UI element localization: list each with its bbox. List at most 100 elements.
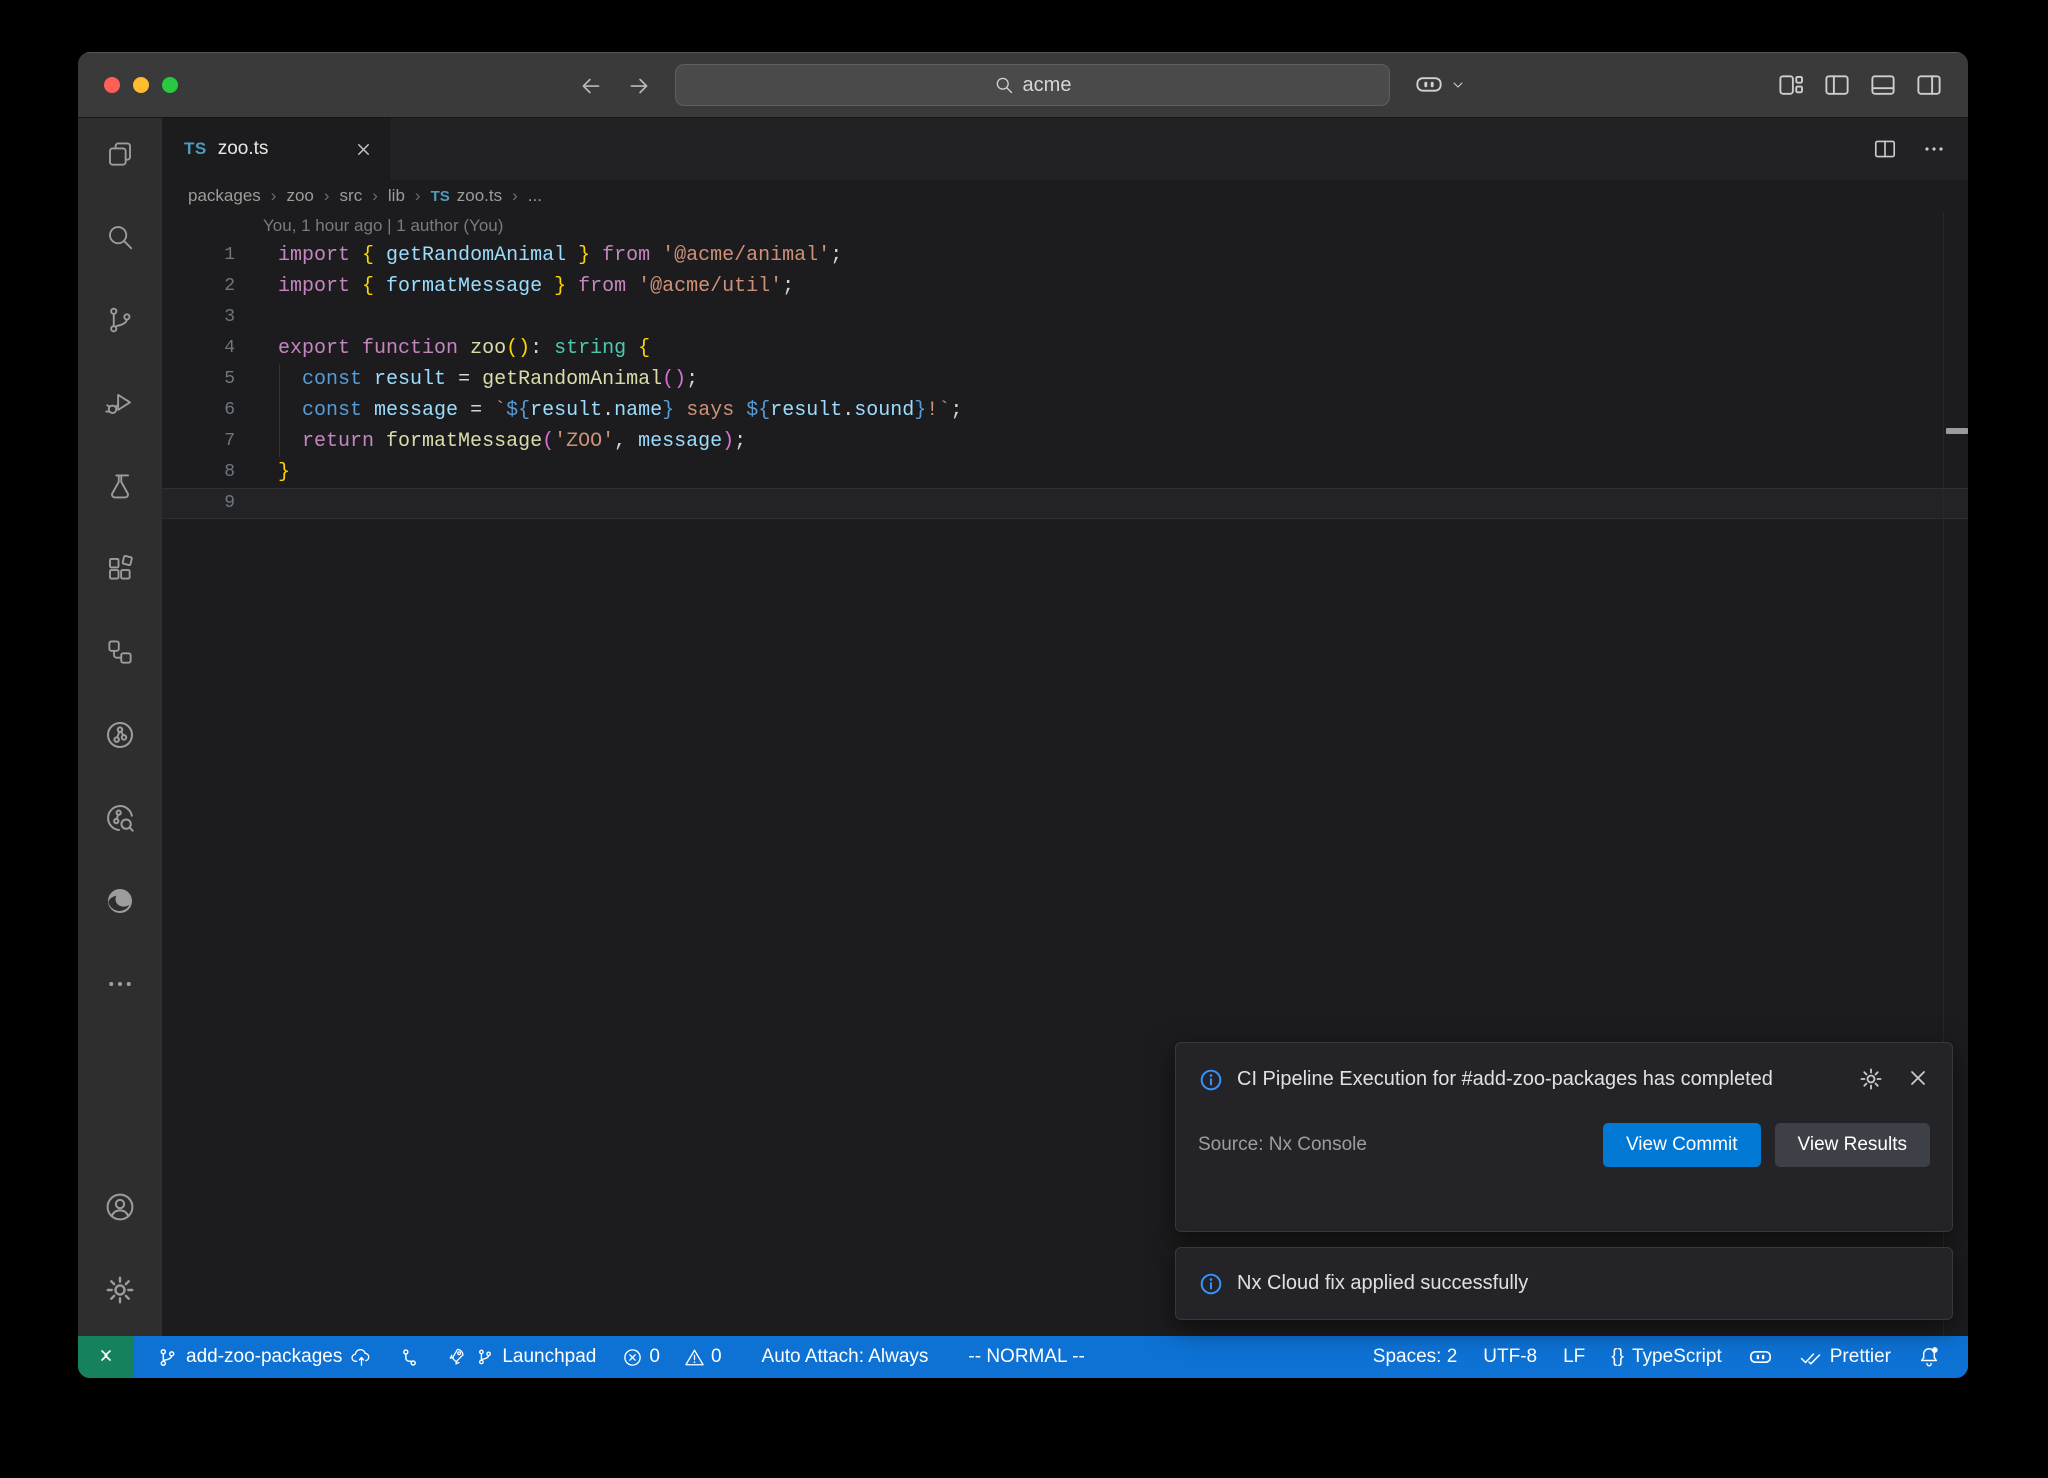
remote-icon bbox=[94, 1345, 118, 1369]
code-line[interactable]: 8} bbox=[162, 457, 1968, 488]
explorer-icon[interactable] bbox=[92, 126, 148, 182]
close-window-button[interactable] bbox=[104, 77, 120, 93]
line-number: 3 bbox=[162, 302, 235, 333]
toggle-panel-icon[interactable] bbox=[1868, 70, 1898, 100]
eol-status[interactable]: LF bbox=[1550, 1336, 1598, 1378]
line-content: const result = getRandomAnimal(); bbox=[235, 364, 698, 395]
breadcrumb-file[interactable]: TS zoo.ts bbox=[431, 186, 503, 206]
vscode-window: acme bbox=[78, 52, 1968, 1378]
indentation-status[interactable]: Spaces: 2 bbox=[1360, 1336, 1471, 1378]
customize-layout-icon[interactable] bbox=[1776, 70, 1806, 100]
testing-icon[interactable] bbox=[92, 458, 148, 514]
toggle-primary-sidebar-icon[interactable] bbox=[1822, 70, 1852, 100]
encoding-status[interactable]: UTF-8 bbox=[1470, 1336, 1550, 1378]
overview-ruler-cursor-mark bbox=[1946, 428, 1968, 434]
code-line[interactable]: 1import { getRandomAnimal } from '@acme/… bbox=[162, 240, 1968, 271]
command-center-search[interactable]: acme bbox=[675, 64, 1390, 106]
language-mode-status[interactable]: {} TypeScript bbox=[1598, 1336, 1734, 1378]
commit-graph-icon[interactable] bbox=[92, 790, 148, 846]
line-number: 5 bbox=[162, 364, 235, 395]
typescript-file-icon: TS bbox=[184, 139, 207, 159]
breadcrumb-item[interactable]: packages bbox=[188, 186, 261, 206]
notification-message: Nx Cloud fix applied successfully bbox=[1237, 1272, 1528, 1295]
bell-icon bbox=[1917, 1345, 1941, 1369]
breadcrumb: packages› zoo› src› lib› TS zoo.ts › ... bbox=[162, 180, 1968, 212]
notifications-bell[interactable] bbox=[1904, 1336, 1954, 1378]
launchpad-status[interactable]: Launchpad bbox=[433, 1336, 609, 1378]
code-line[interactable]: 6 const message = `${result.name} says $… bbox=[162, 395, 1968, 426]
breadcrumb-item[interactable]: src bbox=[340, 186, 363, 206]
split-editor-icon[interactable] bbox=[1872, 136, 1898, 162]
editor-more-actions-icon[interactable] bbox=[1922, 137, 1946, 161]
line-content: import { getRandomAnimal } from '@acme/a… bbox=[235, 240, 842, 271]
commit-graph-status[interactable] bbox=[386, 1336, 433, 1378]
more-views-icon[interactable] bbox=[92, 956, 148, 1012]
auto-attach-status[interactable]: Auto Attach: Always bbox=[749, 1336, 942, 1378]
notification-source: Source: Nx Console bbox=[1198, 1134, 1367, 1156]
status-bar: add-zoo-packages Launchpad 0 0 Auto Atta… bbox=[78, 1336, 1968, 1378]
toggle-secondary-sidebar-icon[interactable] bbox=[1914, 70, 1944, 100]
remote-indicator[interactable] bbox=[78, 1336, 134, 1378]
copilot-status[interactable] bbox=[1735, 1336, 1786, 1378]
code-line[interactable]: 2import { formatMessage } from '@acme/ut… bbox=[162, 271, 1968, 302]
nx-console-icon[interactable] bbox=[92, 624, 148, 680]
vim-mode-status[interactable]: -- NORMAL -- bbox=[955, 1336, 1097, 1378]
breadcrumb-item[interactable]: zoo bbox=[286, 186, 313, 206]
maximize-window-button[interactable] bbox=[162, 77, 178, 93]
tab-bar: TS zoo.ts bbox=[162, 118, 1968, 180]
breadcrumb-separator: › bbox=[372, 186, 378, 206]
breadcrumb-item[interactable]: lib bbox=[388, 186, 405, 206]
copilot-icon[interactable] bbox=[1414, 70, 1444, 100]
gitlens-icon[interactable] bbox=[92, 707, 148, 763]
formatter-status[interactable]: Prettier bbox=[1786, 1336, 1904, 1378]
code-line[interactable]: 4export function zoo(): string { bbox=[162, 333, 1968, 364]
line-content: export function zoo(): string { bbox=[235, 333, 650, 364]
view-results-button[interactable]: View Results bbox=[1775, 1123, 1930, 1167]
notification-settings-gear-icon[interactable] bbox=[1858, 1066, 1884, 1092]
title-bar: acme bbox=[78, 52, 1968, 118]
cloud-upload-icon bbox=[350, 1346, 373, 1369]
activity-bar bbox=[78, 118, 162, 1336]
typescript-file-icon: TS bbox=[431, 188, 450, 205]
breadcrumb-separator: › bbox=[324, 186, 330, 206]
account-icon[interactable] bbox=[92, 1179, 148, 1235]
line-content bbox=[235, 302, 278, 333]
tab-title: zoo.ts bbox=[218, 138, 269, 160]
line-number: 6 bbox=[162, 395, 235, 426]
notification-close-icon[interactable] bbox=[1906, 1066, 1930, 1092]
line-number: 2 bbox=[162, 271, 235, 302]
back-arrow-icon[interactable] bbox=[578, 73, 604, 99]
line-content: return formatMessage('ZOO', message); bbox=[235, 426, 746, 457]
git-branch-status[interactable]: add-zoo-packages bbox=[144, 1336, 386, 1378]
search-value: acme bbox=[1023, 74, 1072, 97]
search-icon bbox=[994, 75, 1014, 95]
extensions-icon[interactable] bbox=[92, 541, 148, 597]
settings-gear-icon[interactable] bbox=[92, 1262, 148, 1318]
code-line[interactable]: 7 return formatMessage('ZOO', message); bbox=[162, 426, 1968, 457]
close-tab-icon[interactable] bbox=[354, 140, 373, 159]
source-control-icon[interactable] bbox=[92, 292, 148, 348]
braces-icon: {} bbox=[1611, 1346, 1624, 1368]
chevron-down-icon[interactable] bbox=[1450, 77, 1466, 93]
git-branch-icon bbox=[476, 1348, 494, 1366]
line-number: 8 bbox=[162, 457, 235, 488]
forward-arrow-icon[interactable] bbox=[626, 73, 652, 99]
code-line[interactable]: 5 const result = getRandomAnimal(); bbox=[162, 364, 1968, 395]
line-content: } bbox=[235, 457, 290, 488]
code-line[interactable]: 3 bbox=[162, 302, 1968, 333]
view-commit-button[interactable]: View Commit bbox=[1603, 1123, 1761, 1167]
search-sidebar-icon[interactable] bbox=[92, 209, 148, 265]
minimize-window-button[interactable] bbox=[133, 77, 149, 93]
double-check-icon bbox=[1799, 1346, 1822, 1369]
code-line[interactable]: 9 bbox=[162, 488, 1968, 519]
copilot-icon bbox=[1748, 1345, 1773, 1370]
edge-browser-icon[interactable] bbox=[92, 873, 148, 929]
problems-status[interactable]: 0 0 bbox=[609, 1336, 734, 1378]
notification-toast-nx-cloud: Nx Cloud fix applied successfully bbox=[1175, 1247, 1953, 1320]
tab-zoo-ts[interactable]: TS zoo.ts bbox=[162, 118, 390, 180]
run-debug-icon[interactable] bbox=[92, 375, 148, 431]
git-blame-annotation: You, 1 hour ago | 1 author (You) bbox=[162, 212, 1968, 240]
breadcrumb-tail[interactable]: ... bbox=[528, 186, 542, 206]
warning-icon bbox=[684, 1347, 705, 1368]
info-icon bbox=[1198, 1271, 1224, 1297]
